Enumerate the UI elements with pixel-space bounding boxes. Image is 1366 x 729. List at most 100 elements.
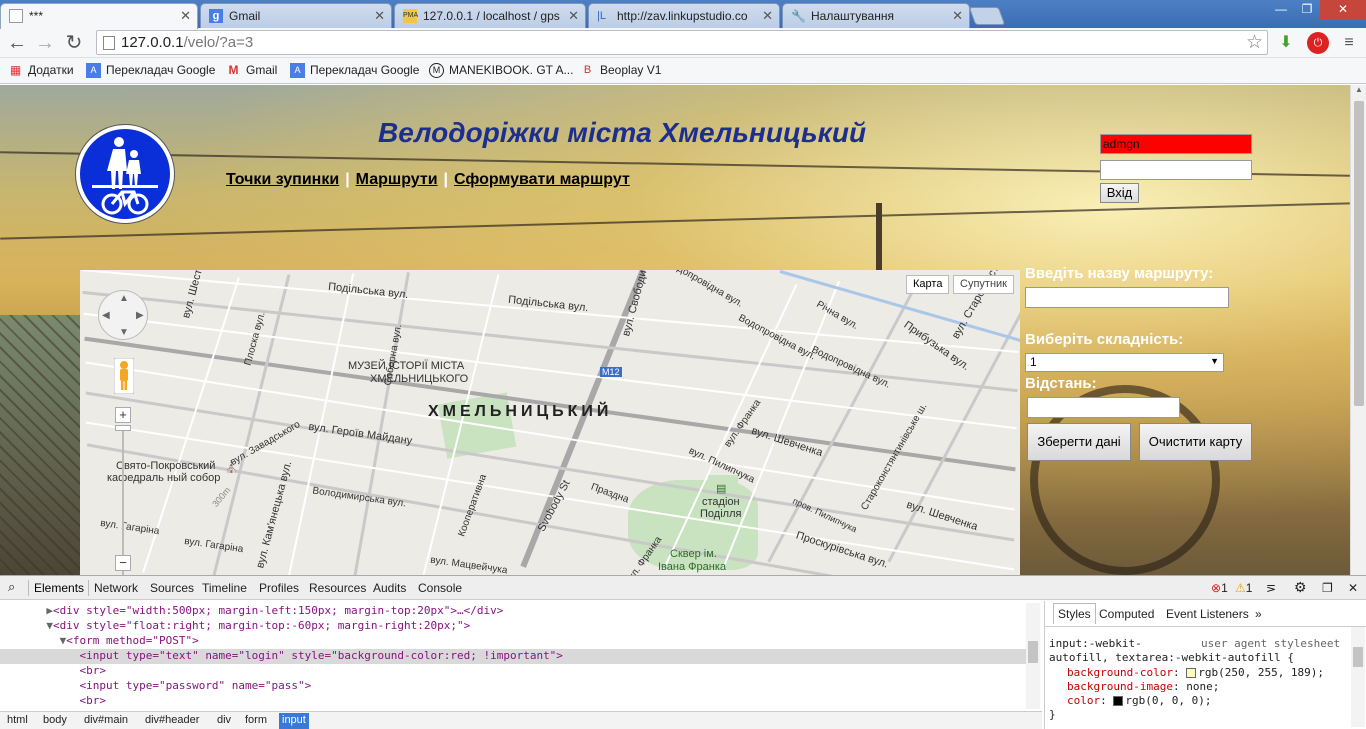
map-type-satellite-button[interactable]: Супутник (953, 275, 1014, 294)
map-type-map-button[interactable]: Карта (906, 275, 950, 294)
pan-left-icon[interactable]: ◀ (102, 310, 110, 321)
css-declaration[interactable]: background-image: none; (1067, 680, 1219, 693)
bookmark-translate[interactable]: A Перекладач Google (86, 63, 215, 78)
download-extension-icon[interactable]: ⬇ (1275, 32, 1297, 54)
zoom-out-button[interactable]: − (115, 555, 131, 571)
maximize-button[interactable]: ❐ (1294, 0, 1320, 19)
dom-node-line-selected[interactable]: <input type="text" name="login" style="b… (0, 649, 1026, 664)
dom-node-line[interactable]: <br> (0, 664, 1026, 679)
pan-up-icon[interactable]: ▲ (119, 293, 129, 304)
tab-settings[interactable]: 🔧 Налаштування ✕ (782, 3, 970, 28)
breadcrumb-div[interactable]: div (214, 714, 234, 726)
adblock-extension-icon[interactable]: ⏻ (1307, 32, 1329, 54)
bookmark-apps[interactable]: ▦ Додатки (8, 63, 74, 77)
css-declaration[interactable]: color: rgb(0, 0, 0); (1067, 694, 1211, 707)
css-declaration[interactable]: background-color: rgb(250, 255, 189); (1067, 666, 1324, 679)
devtools-tab-network[interactable]: Network (94, 581, 138, 595)
inspect-search-icon[interactable]: ⌕ (8, 579, 15, 595)
sidebar-tab-styles[interactable]: Styles (1053, 603, 1096, 624)
bookmark-gmail[interactable]: M Gmail (226, 63, 278, 77)
chrome-menu-icon[interactable]: ≡ (1338, 32, 1360, 54)
login-submit-button[interactable]: Вхід (1100, 183, 1139, 203)
distance-input[interactable] (1027, 397, 1180, 418)
difficulty-select[interactable]: 1 ▼ (1025, 353, 1224, 372)
bookmark-translate-2[interactable]: A Перекладач Google (290, 63, 419, 78)
close-tab-icon[interactable]: ✕ (952, 8, 963, 24)
clear-map-button[interactable]: Очистити карту (1139, 423, 1252, 461)
error-count[interactable]: ⊗1 (1211, 581, 1228, 595)
tab-gmail[interactable]: g Gmail ✕ (200, 3, 392, 28)
devtools-tab-console[interactable]: Console (418, 581, 462, 595)
address-url[interactable]: 127.0.0.1/velo/?a=3 (121, 34, 253, 51)
settings-gear-icon[interactable]: ⚙ (1294, 579, 1307, 596)
breadcrumb-form[interactable]: form (242, 714, 270, 726)
map-pan-control[interactable]: ▲ ▼ ◀ ▶ (98, 290, 148, 340)
page-scrollbar[interactable]: ▲ (1350, 85, 1366, 575)
dom-node-line[interactable]: ▼<div style="float:right; margin-top:-60… (0, 619, 1026, 634)
login-password-input[interactable] (1100, 160, 1252, 180)
elements-scrollbar[interactable] (1026, 603, 1040, 709)
tab-active[interactable]: *** ✕ (0, 3, 198, 29)
page-scrollbar-thumb[interactable] (1354, 101, 1364, 406)
tab-linkup[interactable]: |L http://zav.linkupstudio.co ✕ (588, 3, 780, 28)
color-swatch[interactable] (1186, 668, 1197, 678)
breadcrumb-div-main[interactable]: div#main (81, 714, 131, 726)
elements-scrollbar-thumb[interactable] (1028, 641, 1038, 663)
close-window-button[interactable]: ✕ (1320, 0, 1366, 19)
login-username-input[interactable] (1100, 134, 1252, 154)
forward-icon[interactable]: → (33, 31, 57, 55)
dom-node-line[interactable]: ▼<form method="POST"> (0, 634, 1026, 649)
warning-count[interactable]: ⚠1 (1235, 581, 1252, 595)
close-tab-icon[interactable]: ✕ (568, 8, 579, 24)
pan-right-icon[interactable]: ▶ (136, 310, 144, 321)
zoom-slider-handle[interactable] (115, 425, 131, 431)
close-tab-icon[interactable]: ✕ (762, 8, 773, 24)
expand-triangle-icon[interactable]: ▶ (46, 604, 53, 617)
breadcrumb-html[interactable]: html (4, 714, 31, 726)
nav-link-stops[interactable]: Точки зупинки (226, 171, 339, 188)
devtools-tab-sources[interactable]: Sources (150, 581, 194, 595)
address-bar[interactable]: 127.0.0.1/velo/?a=3 ☆ (96, 30, 1268, 55)
color-swatch[interactable] (1113, 696, 1124, 706)
back-icon[interactable]: ← (5, 31, 29, 55)
nav-link-routes[interactable]: Маршрути (356, 171, 438, 188)
devtools-tab-resources[interactable]: Resources (309, 581, 366, 595)
breadcrumb-input[interactable]: input (279, 713, 309, 729)
zoom-slider-track[interactable] (122, 430, 124, 575)
more-tabs-icon[interactable]: » (1255, 607, 1262, 621)
new-tab-button[interactable] (968, 7, 1006, 25)
css-rule-origin[interactable]: user agent stylesheet (1201, 637, 1340, 650)
reload-icon[interactable]: ↻ (62, 31, 86, 55)
map-canvas[interactable]: Подільська вул. Подільська вул. вул. Шес… (80, 270, 1020, 575)
nav-link-build-route[interactable]: Сформувати маршрут (454, 171, 630, 188)
scroll-up-icon[interactable]: ▲ (1351, 85, 1366, 99)
styles-scrollbar-thumb[interactable] (1353, 647, 1363, 667)
elements-tree[interactable]: ▶<div style="width:500px; margin-left:15… (0, 601, 1042, 711)
bookmark-star-icon[interactable]: ☆ (1246, 31, 1263, 54)
zoom-in-button[interactable]: + (115, 407, 131, 423)
route-name-input[interactable] (1025, 287, 1229, 308)
devtools-tab-elements[interactable]: Elements (34, 581, 84, 595)
devtools-tab-audits[interactable]: Audits (373, 581, 406, 595)
save-data-button[interactable]: Зберегти дані (1027, 423, 1131, 461)
dock-side-icon[interactable]: ❐ (1322, 581, 1333, 595)
minimize-button[interactable]: — (1268, 0, 1294, 19)
pan-down-icon[interactable]: ▼ (119, 327, 129, 338)
sidebar-tab-computed[interactable]: Computed (1099, 607, 1154, 621)
sidebar-tab-event-listeners[interactable]: Event Listeners (1166, 607, 1249, 621)
dom-node-line[interactable]: <input type="password" name="pass"> (0, 679, 1026, 694)
street-view-pegman-icon[interactable] (113, 357, 135, 395)
bookmark-manekibook[interactable]: M MANEKIBOOK. GT A... (429, 63, 573, 78)
breadcrumb-body[interactable]: body (40, 714, 70, 726)
collapse-triangle-icon[interactable]: ▼ (46, 619, 53, 632)
close-devtools-icon[interactable]: ✕ (1348, 581, 1358, 595)
devtools-tab-timeline[interactable]: Timeline (202, 581, 247, 595)
close-tab-icon[interactable]: ✕ (374, 8, 385, 24)
dom-node-line[interactable]: <br> (0, 694, 1026, 709)
devtools-tab-profiles[interactable]: Profiles (259, 581, 299, 595)
breadcrumb-div-header[interactable]: div#header (142, 714, 202, 726)
styles-scrollbar[interactable] (1351, 627, 1365, 727)
dom-node-line[interactable]: ▶<div style="width:500px; margin-left:15… (0, 604, 1026, 619)
close-tab-icon[interactable]: ✕ (180, 8, 191, 24)
bookmark-beoplay[interactable]: B Beoplay V1 (580, 63, 662, 77)
